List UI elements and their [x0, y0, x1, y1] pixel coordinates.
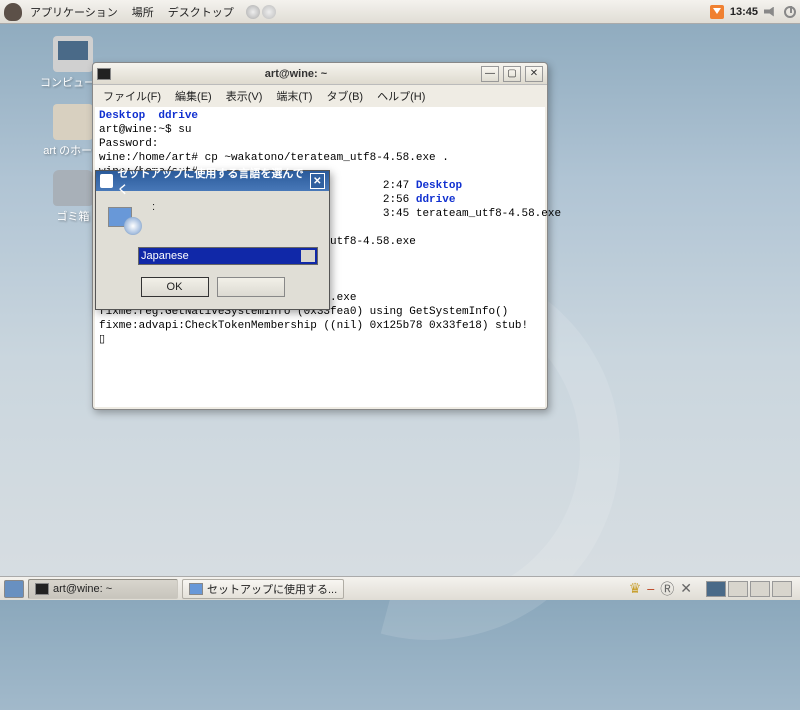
menu-help[interactable]: ヘルプ(H) [371, 86, 431, 106]
menu-edit[interactable]: 編集(E) [169, 86, 218, 106]
gnome-foot-icon[interactable] [4, 3, 22, 21]
terminal-icon [35, 583, 49, 595]
top-panel: アプリケーション 場所 デスクトップ 13:45 [0, 0, 800, 24]
panel-globe-icon[interactable] [246, 5, 260, 19]
taskbar-item-setup[interactable]: セットアップに使用する... [182, 579, 344, 599]
chevron-down-icon [304, 253, 312, 258]
workspace-2[interactable] [728, 581, 748, 597]
tray-icon-2[interactable]: ⎯ [647, 580, 654, 597]
menu-view[interactable]: 表示(V) [220, 86, 269, 106]
menu-places[interactable]: 場所 [126, 2, 160, 22]
setup-mini-icon [189, 583, 203, 595]
menu-file[interactable]: ファイル(F) [97, 86, 167, 106]
show-desktop-button[interactable] [4, 580, 24, 598]
computer-icon [53, 36, 93, 72]
workspace-switcher[interactable] [706, 581, 792, 597]
workspace-1[interactable] [706, 581, 726, 597]
ok-button[interactable]: OK [141, 277, 209, 297]
clock[interactable]: 13:45 [730, 6, 758, 18]
dialog-title-icon [100, 174, 113, 188]
menu-tabs[interactable]: タブ(B) [320, 86, 369, 106]
taskbar-item-terminal[interactable]: art@wine: ~ [28, 579, 178, 599]
menu-applications[interactable]: アプリケーション [24, 2, 124, 22]
bottom-panel: art@wine: ~ セットアップに使用する... ♛ ⎯ Ⓡ ✕ [0, 576, 800, 600]
trash-icon [53, 170, 93, 206]
terminal-titlebar[interactable]: art@wine: ~ — ▢ ✕ [93, 63, 547, 85]
terminal-title: art@wine: ~ [115, 68, 477, 80]
volume-icon[interactable] [764, 7, 778, 17]
language-select[interactable]: Japanese [138, 247, 318, 265]
workspace-4[interactable] [772, 581, 792, 597]
minimize-button[interactable]: — [481, 66, 499, 82]
tray-icon-1[interactable]: ♛ [629, 580, 642, 597]
language-dialog: セットアップに使用する言語を選んでく ✕ : Japanese OK [95, 170, 330, 310]
language-select-value: Japanese [141, 250, 189, 262]
dialog-title-text: セットアップに使用する言語を選んでく [117, 165, 305, 197]
update-notifier-icon[interactable] [710, 5, 724, 19]
dialog-prompt: : [152, 201, 317, 213]
setup-icon [108, 201, 142, 235]
panel-system-icon[interactable] [262, 5, 276, 19]
tray-icon-3[interactable]: Ⓡ [660, 579, 674, 599]
home-icon [53, 104, 93, 140]
maximize-button[interactable]: ▢ [503, 66, 521, 82]
dialog-close-button[interactable]: ✕ [310, 173, 325, 189]
cancel-button[interactable] [217, 277, 285, 297]
terminal-menubar: ファイル(F) 編集(E) 表示(V) 端末(T) タブ(B) ヘルプ(H) [93, 85, 547, 107]
terminal-icon [97, 68, 111, 80]
menu-desktop[interactable]: デスクトップ [162, 2, 240, 22]
menu-terminal[interactable]: 端末(T) [270, 86, 318, 106]
workspace-3[interactable] [750, 581, 770, 597]
tray-icon-4[interactable]: ✕ [680, 580, 692, 597]
shutdown-icon[interactable] [784, 6, 796, 18]
dialog-body: : Japanese OK [96, 191, 329, 309]
dialog-titlebar[interactable]: セットアップに使用する言語を選んでく ✕ [96, 171, 329, 191]
close-button[interactable]: ✕ [525, 66, 543, 82]
